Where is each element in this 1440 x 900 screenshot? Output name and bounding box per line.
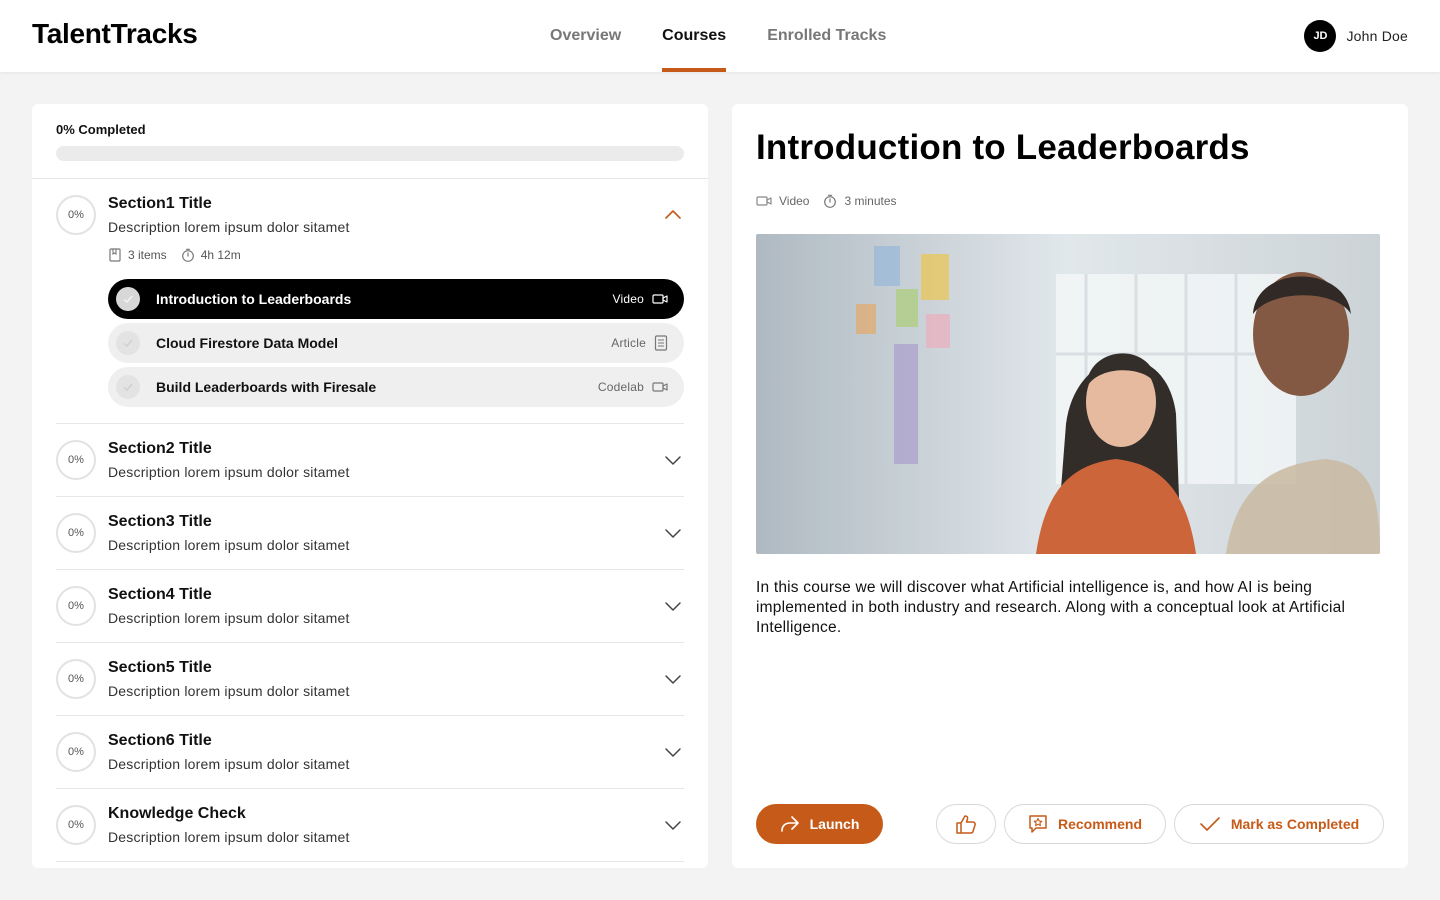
course-actions: Launch Recommend Mark as Completed xyxy=(756,804,1384,844)
section-header[interactable]: 0% Section6 Title Description lorem ipsu… xyxy=(56,716,684,788)
nav-tab-overview[interactable]: Overview xyxy=(550,0,621,72)
section-progress-circle: 0% xyxy=(56,805,96,845)
section-description: Description lorem ipsum dolor sitamet xyxy=(108,829,350,845)
article-icon xyxy=(654,335,668,351)
section-progress-circle: 0% xyxy=(56,732,96,772)
section-header[interactable]: 0% Knowledge Check Description lorem ips… xyxy=(56,789,684,861)
progress-bar xyxy=(56,146,684,161)
chevron-down-icon[interactable] xyxy=(664,451,682,469)
section-description: Description lorem ipsum dolor sitamet xyxy=(108,610,350,626)
recommend-star-icon xyxy=(1029,815,1047,833)
section-progress-circle: 0% xyxy=(56,195,96,235)
section-title: Section3 Title xyxy=(108,513,212,530)
item-title: Cloud Firestore Data Model xyxy=(156,335,339,351)
thumbs-up-icon xyxy=(956,815,976,834)
course-progress: 0% Completed xyxy=(32,104,708,179)
course-duration-label: 3 minutes xyxy=(844,194,897,208)
video-icon xyxy=(652,382,668,392)
course-duration: 3 minutes xyxy=(823,194,897,208)
hero-photo xyxy=(756,234,1380,554)
chevron-down-icon[interactable] xyxy=(664,743,682,761)
course-hero-image xyxy=(756,234,1380,554)
section-title: Section5 Title xyxy=(108,659,212,676)
section-title: Section2 Title xyxy=(108,440,212,457)
section-header[interactable]: 0% Section5 Title Description lorem ipsu… xyxy=(56,643,684,715)
section-description: Description lorem ipsum dolor sitamet xyxy=(108,219,350,235)
video-icon xyxy=(652,294,668,304)
launch-button[interactable]: Launch xyxy=(756,804,883,844)
item-type: Article xyxy=(611,336,646,350)
section-description: Description lorem ipsum dolor sitamet xyxy=(108,464,350,480)
item-type: Codelab xyxy=(597,380,644,394)
section-title: Section6 Title xyxy=(108,732,212,749)
section-knowledge-check: 0% Knowledge Check Description lorem ips… xyxy=(56,789,684,862)
section-title: Section4 Title xyxy=(108,586,212,603)
section-list: 0% Section1 Title Description lorem ipsu… xyxy=(32,179,708,862)
chevron-down-icon[interactable] xyxy=(664,597,682,615)
section-3: 0% Section3 Title Description lorem ipsu… xyxy=(56,497,684,570)
section-progress-circle: 0% xyxy=(56,659,96,699)
nav-tab-courses[interactable]: Courses xyxy=(662,0,727,72)
user-name[interactable]: John Doe xyxy=(1346,28,1408,44)
section-description: Description lorem ipsum dolor sitamet xyxy=(108,537,350,553)
mark-completed-label: Mark as Completed xyxy=(1230,816,1360,832)
brand-logo[interactable]: TalentTracks xyxy=(32,18,198,50)
section-header[interactable]: 0% Section1 Title Description lorem ipsu… xyxy=(56,179,684,251)
section-title: Knowledge Check xyxy=(108,805,246,822)
user-menu[interactable]: JD John Doe xyxy=(1304,20,1408,52)
nav-tab-enrolled-tracks[interactable]: Enrolled Tracks xyxy=(767,0,886,72)
section-2: 0% Section2 Title Description lorem ipsu… xyxy=(56,424,684,497)
course-type-label: Video xyxy=(779,194,810,208)
section-description: Description lorem ipsum dolor sitamet xyxy=(108,756,350,772)
list-item[interactable]: Build Leaderboards with Firesale Codelab xyxy=(108,367,684,407)
check-icon xyxy=(1200,817,1220,831)
chevron-down-icon[interactable] xyxy=(664,816,682,834)
check-icon[interactable] xyxy=(116,375,140,399)
course-meta: Video 3 minutes xyxy=(756,194,897,208)
video-icon xyxy=(756,196,772,206)
recommend-button[interactable]: Recommend xyxy=(1004,804,1166,844)
section-progress-circle: 0% xyxy=(56,586,96,626)
chevron-down-icon[interactable] xyxy=(664,670,682,688)
recommend-label: Recommend xyxy=(1057,816,1143,832)
section-6: 0% Section6 Title Description lorem ipsu… xyxy=(56,716,684,789)
course-outline-panel: 0% Completed 0% Section1 Title Descripti… xyxy=(32,104,708,868)
mark-completed-button[interactable]: Mark as Completed xyxy=(1174,804,1384,844)
item-type: Video xyxy=(612,292,644,306)
share-arrow-icon xyxy=(780,816,799,832)
chevron-up-icon[interactable] xyxy=(664,206,682,224)
item-title: Build Leaderboards with Firesale xyxy=(156,379,377,395)
check-icon[interactable] xyxy=(116,331,140,355)
avatar[interactable]: JD xyxy=(1304,20,1337,52)
launch-label: Launch xyxy=(809,816,860,832)
progress-label: 0% Completed xyxy=(56,122,146,137)
timer-icon xyxy=(824,194,837,208)
like-button[interactable] xyxy=(936,804,996,844)
chevron-down-icon[interactable] xyxy=(664,524,682,542)
list-item[interactable]: Cloud Firestore Data Model Article xyxy=(108,323,684,363)
course-description: In this course we will discover what Art… xyxy=(756,579,1346,636)
section-progress-circle: 0% xyxy=(56,513,96,553)
check-icon[interactable] xyxy=(116,287,140,311)
section-4: 0% Section4 Title Description lorem ipsu… xyxy=(56,570,684,643)
section-1: 0% Section1 Title Description lorem ipsu… xyxy=(56,179,684,424)
section-header[interactable]: 0% Section2 Title Description lorem ipsu… xyxy=(56,424,684,496)
list-item[interactable]: Introduction to Leaderboards Video xyxy=(108,279,684,319)
section-progress-circle: 0% xyxy=(56,440,96,480)
course-detail-panel: Introduction to Leaderboards Video 3 min… xyxy=(732,104,1408,868)
top-header: TalentTracks Overview Courses Enrolled T… xyxy=(0,0,1440,72)
section-description: Description lorem ipsum dolor sitamet xyxy=(108,683,350,699)
section-items: Introduction to Leaderboards Video Cloud… xyxy=(108,279,684,407)
section-header[interactable]: 0% Section3 Title Description lorem ipsu… xyxy=(56,497,684,569)
main-nav: Overview Courses Enrolled Tracks xyxy=(550,0,886,72)
item-title: Introduction to Leaderboards xyxy=(156,291,352,307)
section-5: 0% Section5 Title Description lorem ipsu… xyxy=(56,643,684,716)
section-header[interactable]: 0% Section4 Title Description lorem ipsu… xyxy=(56,570,684,642)
course-type: Video xyxy=(756,194,809,208)
section-title: Section1 Title xyxy=(108,195,212,212)
page-title: Introduction to Leaderboards xyxy=(756,128,1250,167)
